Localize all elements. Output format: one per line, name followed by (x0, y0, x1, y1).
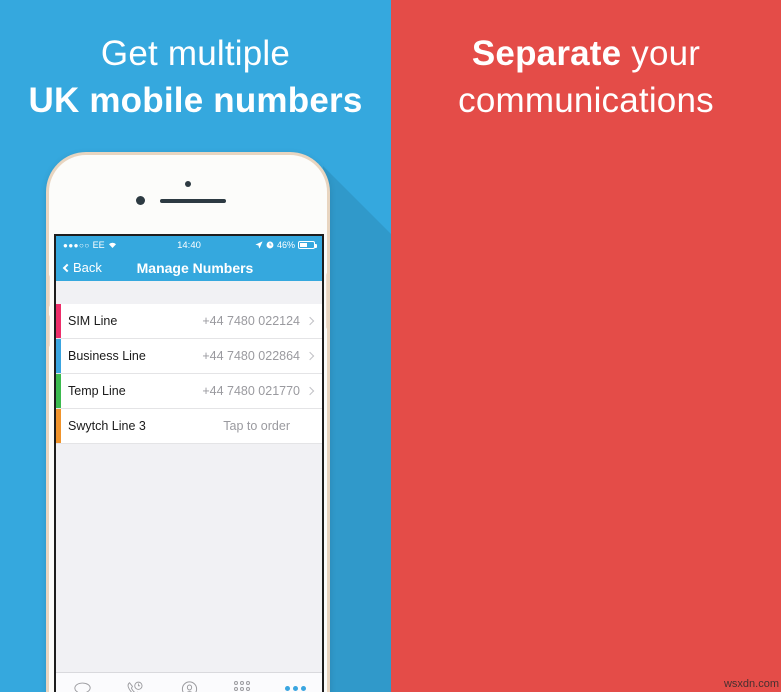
table-row[interactable]: Business Line +44 7480 022864 (56, 339, 322, 374)
line-number: +44 7480 022864 (202, 349, 300, 363)
line-label: Swytch Line 3 (68, 419, 146, 433)
line-color-bar (56, 339, 61, 373)
battery-icon (298, 241, 317, 249)
chevron-left-icon (62, 263, 72, 272)
proximity-sensor-icon (136, 196, 145, 205)
line-number: +44 7480 022124 (202, 314, 300, 328)
table-row[interactable]: SIM Line +44 7480 022124 (56, 304, 322, 339)
line-number: +44 7480 021770 (202, 384, 300, 398)
alarm-clock-icon (266, 241, 274, 249)
right-headline: Separate your communications (391, 33, 781, 122)
watermark: wsxdn.com (723, 678, 779, 690)
message-bubble-icon (56, 679, 109, 692)
left-phone-screen: ●●●○○ EE 14:40 46% Back Manage Numbers S… (54, 234, 324, 692)
volume-down-button[interactable] (49, 315, 50, 347)
right-headline-thin: your (621, 34, 701, 73)
tab-calls[interactable]: Calls (109, 679, 162, 692)
page-title-text: Manage Numbers (136, 259, 254, 276)
left-promo-panel: Get multiple UK mobile numbers ●●●○○ EE (0, 0, 391, 692)
back-button[interactable]: Back (62, 260, 102, 275)
earpiece-speaker-icon (160, 199, 226, 203)
keypad-icon (216, 679, 269, 692)
line-color-bar (56, 304, 61, 338)
right-headline-line2: communications (458, 81, 714, 121)
tab-messages[interactable]: Messages (56, 679, 109, 692)
left-headline-line1: Get multiple (100, 34, 291, 73)
screenshot-stage: Get multiple UK mobile numbers ●●●○○ EE (0, 0, 781, 692)
line-label: Business Line (68, 349, 146, 363)
recent-calls-icon (109, 679, 162, 692)
power-button[interactable] (326, 273, 327, 329)
tab-keypad[interactable]: Keypad (216, 679, 269, 692)
volume-up-button[interactable] (49, 275, 50, 307)
line-label: SIM Line (68, 314, 118, 328)
tab-bar: Messages Calls (56, 672, 322, 692)
table-row[interactable]: Temp Line +44 7480 021770 (56, 374, 322, 409)
numbers-list-container: SIM Line +44 7480 022124 Business Line +… (56, 281, 322, 672)
location-arrow-icon (255, 241, 263, 249)
battery-percent-label: 46% (276, 240, 295, 250)
manage-numbers-screen: ●●●○○ EE 14:40 46% Back Manage Numbers S… (56, 236, 322, 692)
left-status-bar: ●●●○○ EE 14:40 46% (56, 236, 322, 254)
line-color-bar (56, 409, 61, 443)
contacts-icon (162, 679, 215, 692)
tab-contacts[interactable]: Contacts (162, 679, 215, 692)
numbers-list: SIM Line +44 7480 022124 Business Line +… (56, 304, 322, 444)
line-color-bar (56, 374, 61, 408)
left-phone-mockup: ●●●○○ EE 14:40 46% Back Manage Numbers S… (46, 152, 330, 692)
line-action-label: Tap to order (223, 419, 290, 433)
list-top-spacer (56, 281, 322, 304)
front-camera-icon (185, 181, 191, 187)
line-label: Temp Line (68, 384, 126, 398)
tab-more[interactable]: More (269, 679, 322, 692)
back-button-label: Back (73, 260, 102, 275)
left-headline: Get multiple UK mobile numbers (0, 33, 391, 122)
more-dots-icon (269, 679, 322, 692)
table-row[interactable]: Swytch Line 3 Tap to order (56, 409, 322, 444)
right-headline-line1: Separate your (391, 33, 781, 74)
left-phone-long-shadow (323, 166, 391, 692)
right-headline-bold: Separate (471, 34, 622, 73)
left-headline-line2: UK mobile numbers (28, 81, 363, 121)
manage-numbers-navbar: Back Manage Numbers (56, 254, 322, 281)
right-promo-panel: Separate your communications ●●●○○ EE (391, 0, 781, 692)
